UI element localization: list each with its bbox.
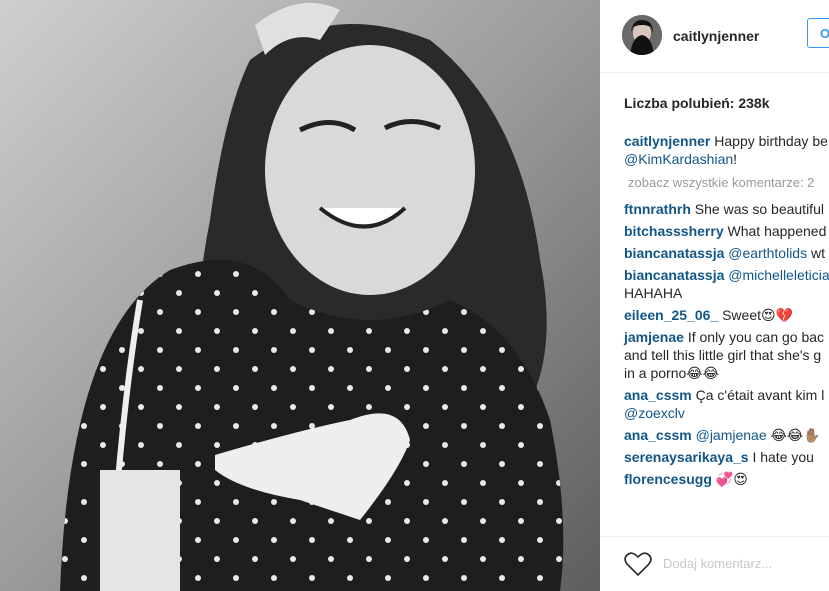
caption: caitlynjenner Happy birthday be @KimKard… [624,132,829,168]
comment-mention[interactable]: @michelleleticia [724,267,829,283]
comments-list: caitlynjenner Happy birthday be @KimKard… [624,132,829,492]
add-comment-input[interactable]: Dodaj komentarz... [663,556,772,571]
comment-username[interactable]: ftnnrathrh [624,201,691,217]
comment-username[interactable]: biancanatassja [624,245,724,261]
comment-text: If only you can go bac [683,329,825,345]
caption-text-end: ! [733,151,738,167]
view-all-comments[interactable]: zobacz wszystkie komentarze: 2 [628,174,829,192]
comment-text: She was so beautiful [690,201,824,217]
comment-text: Ça c'était avant kim l [691,387,825,403]
comment-item: biancanatassja @earthtolids wt [624,244,829,262]
comment-mention[interactable]: @zoexclv [624,405,685,421]
comment-text: Sweet😍💔 [718,307,794,323]
post-sidebar: caitlynjenner O Liczba polubień: 238k ca… [600,0,829,591]
avatar[interactable] [622,15,662,55]
comment-item: florencesugg 💞😍 [624,470,829,488]
comment-item: jamjenae If only you can go bac and tell… [624,328,829,382]
caption-mention[interactable]: @KimKardashian [624,151,733,167]
comment-item: biancanatassja @michelleleticia HAHAHA [624,266,829,302]
comment-username[interactable]: jamjenae [624,329,684,345]
avatar-image [622,15,662,55]
comment-username[interactable]: serenaysarikaya_s [624,449,749,465]
comment-item: ftnnrathrh She was so beautiful [624,200,829,218]
comment-bar: Dodaj komentarz... [600,536,829,591]
comment-username[interactable]: ana_cssm [624,387,692,403]
heart-icon[interactable] [624,551,652,577]
comment-mention[interactable]: @earthtolids [724,245,807,261]
comment-item: bitchasssherry What happened [624,222,829,240]
comment-text: I hate you [748,449,814,465]
likes-count[interactable]: Liczba polubień: 238k [624,95,769,111]
caption-text: Happy birthday be [710,133,828,149]
post-photo[interactable] [0,0,600,591]
comment-item: serenaysarikaya_s I hate you [624,448,829,466]
post-photo-illustration [0,0,600,591]
comment-text: wt [807,245,825,261]
comment-username[interactable]: biancanatassja [624,267,724,283]
comment-username[interactable]: bitchasssherry [624,223,724,239]
comment-text-line3: in a porno😂😂 [624,365,719,381]
comment-text: 😂😂✋🏽 [766,427,821,443]
comment-text: 💞😍 [711,471,748,487]
comment-text: What happened [723,223,827,239]
comment-text: HAHAHA [624,285,683,301]
follow-button[interactable]: O [807,18,829,48]
comment-username[interactable]: eileen_25_06_ [624,307,718,323]
comment-mention[interactable]: @jamjenae [692,427,767,443]
comment-text-line2: and tell this little girl that she's g [624,347,822,363]
post-header: caitlynjenner O [600,0,829,73]
post-username[interactable]: caitlynjenner [673,28,759,44]
caption-username[interactable]: caitlynjenner [624,133,710,149]
comment-item: ana_cssm @jamjenae 😂😂✋🏽 [624,426,829,444]
comment-item: ana_cssm Ça c'était avant kim l @zoexclv [624,386,829,422]
comment-item: eileen_25_06_ Sweet😍💔 [624,306,829,324]
comment-username[interactable]: florencesugg [624,471,712,487]
comment-username[interactable]: ana_cssm [624,427,692,443]
